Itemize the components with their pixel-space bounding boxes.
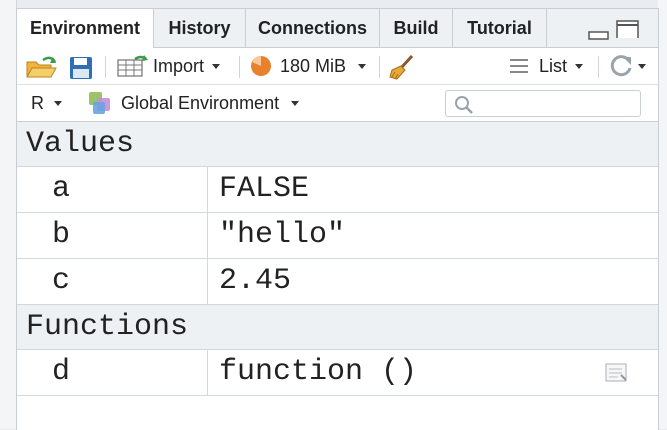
language-label: R xyxy=(31,92,44,113)
variable-value: 2.45 xyxy=(219,264,292,298)
search-box[interactable] xyxy=(445,90,641,117)
variable-value: FALSE xyxy=(219,172,310,206)
variable-name: b xyxy=(17,213,208,258)
maximize-pane-icon[interactable] xyxy=(616,20,640,38)
environment-pane: Environment History Connections Build Tu… xyxy=(16,8,659,430)
search-icon xyxy=(455,96,473,114)
tab-history[interactable]: History xyxy=(154,9,246,47)
tab-connections[interactable]: Connections xyxy=(246,9,380,47)
memory-pie-icon xyxy=(251,56,271,76)
chevron-down-icon xyxy=(212,63,221,69)
save-icon[interactable] xyxy=(69,56,93,80)
right-panel-edge xyxy=(658,0,667,429)
variable-name: a xyxy=(17,167,208,212)
list-view-icon xyxy=(510,59,528,73)
variable-value: function () xyxy=(219,355,418,389)
table-row[interactable]: b "hello" xyxy=(17,213,658,259)
memory-usage-label: 180 MiB xyxy=(280,55,347,76)
table-row[interactable]: c 2.45 xyxy=(17,259,658,305)
variable-name: d xyxy=(17,350,208,395)
memory-usage-button[interactable]: 180 MiB xyxy=(249,48,367,84)
search-input[interactable] xyxy=(476,94,640,114)
clear-broom-icon[interactable] xyxy=(388,53,416,81)
section-header-functions: Functions xyxy=(17,305,658,350)
environment-icon xyxy=(89,92,110,114)
refresh-button[interactable] xyxy=(608,48,646,84)
chevron-down-icon xyxy=(575,63,584,69)
import-label: Import xyxy=(153,55,205,76)
toolbar-separator xyxy=(379,56,380,78)
tab-build[interactable]: Build xyxy=(380,9,453,47)
pane-tab-bar: Environment History Connections Build Tu… xyxy=(17,9,658,48)
table-row[interactable]: a FALSE xyxy=(17,167,658,213)
refresh-icon xyxy=(610,55,632,77)
variable-name: c xyxy=(17,259,208,304)
environment-dropdown[interactable]: Global Environment xyxy=(87,85,300,121)
environment-label: Global Environment xyxy=(121,92,280,113)
environment-selector-bar: R Global Environment xyxy=(17,85,658,122)
view-mode-dropdown[interactable]: List xyxy=(509,48,584,84)
tab-tutorial[interactable]: Tutorial xyxy=(453,9,547,47)
view-function-icon[interactable] xyxy=(605,363,629,383)
minimize-pane-icon[interactable] xyxy=(588,23,610,41)
tab-environment[interactable]: Environment xyxy=(17,9,154,48)
view-mode-label: List xyxy=(539,55,568,76)
language-dropdown[interactable]: R xyxy=(31,85,62,121)
chevron-down-icon xyxy=(54,100,62,106)
environment-variables-grid: Values a FALSE b "hello" c 2.45 Function… xyxy=(17,122,658,396)
environment-toolbar: Import 180 MiB List xyxy=(17,48,658,85)
chevron-down-icon xyxy=(358,63,367,69)
table-row[interactable]: d function () xyxy=(17,350,658,396)
chevron-down-icon xyxy=(291,100,300,106)
toolbar-separator xyxy=(239,56,240,78)
toolbar-separator xyxy=(105,56,106,78)
open-folder-icon[interactable] xyxy=(25,54,59,80)
variable-value: "hello" xyxy=(219,218,346,252)
section-header-values: Values xyxy=(17,122,658,167)
import-table-icon xyxy=(117,55,148,77)
import-dataset-button[interactable]: Import xyxy=(117,48,221,84)
left-panel-edge xyxy=(0,0,17,429)
chevron-down-icon xyxy=(638,63,646,69)
toolbar-separator xyxy=(598,56,599,78)
